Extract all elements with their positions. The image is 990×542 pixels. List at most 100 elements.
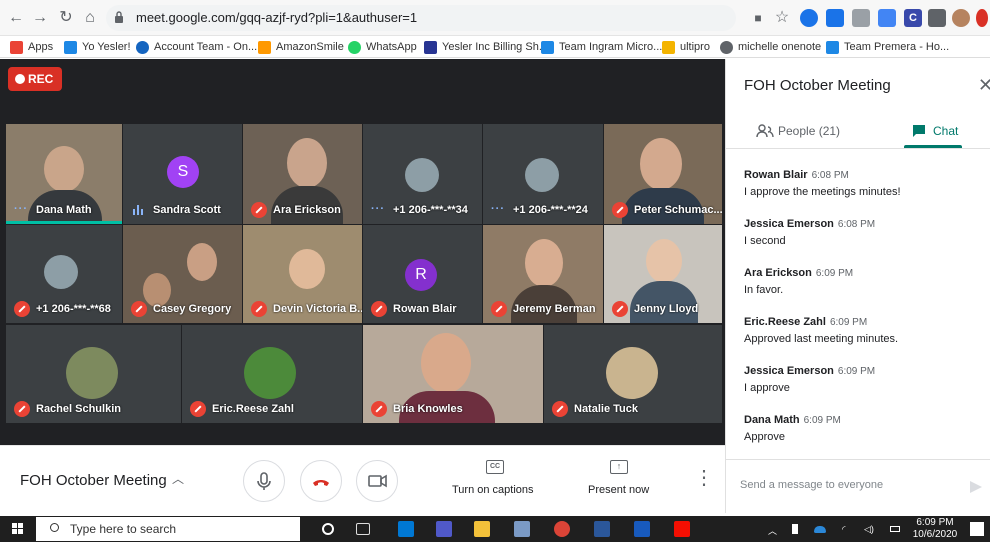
more-options-icon[interactable]: ⋮	[694, 468, 714, 488]
reload-icon[interactable]: ↻	[56, 8, 76, 28]
participant-tile[interactable]: R Rowan Blair	[363, 225, 482, 323]
file-explorer-icon[interactable]	[474, 521, 490, 537]
grid-extension-icon[interactable]	[826, 9, 844, 27]
participant-tile[interactable]: ··· +1 206-***-**24	[483, 124, 603, 224]
puzzle-extension-icon[interactable]	[852, 9, 870, 27]
teams-icon[interactable]	[436, 521, 452, 537]
close-icon[interactable]: ✕	[978, 75, 990, 96]
wifi-icon[interactable]: ◜	[842, 524, 846, 534]
acrobat-icon[interactable]	[674, 521, 690, 537]
bookmark-michelle-onenote[interactable]: michelle onenote	[720, 39, 821, 55]
mic-off-icon	[491, 301, 507, 317]
bookmark-amazonsmile[interactable]: AmazonSmile	[258, 39, 344, 55]
bookmark-team-ingram[interactable]: Team Ingram Micro...	[541, 39, 662, 55]
participant-name: +1 206-***-**24	[513, 204, 588, 216]
browser-toolbar: ← → ↻ ⌂ meet.google.com/gqq-azjf-ryd?pli…	[0, 0, 990, 36]
onedrive-icon[interactable]	[814, 526, 826, 533]
send-icon[interactable]	[970, 481, 982, 493]
notification-icon[interactable]	[970, 522, 984, 536]
participant-tile[interactable]: Bria Knowles	[363, 325, 543, 423]
paint-icon[interactable]	[514, 521, 530, 537]
mic-off-icon	[612, 301, 628, 317]
captions-button[interactable]: CC Turn on captions	[446, 460, 546, 504]
participant-name: Rachel Schulkin	[36, 403, 121, 415]
chat-message-input[interactable]: Send a message to everyone	[740, 479, 883, 491]
chat-message: Jessica Emerson 6:09 PM I approve	[744, 365, 984, 394]
pin-extension-icon[interactable]	[928, 9, 946, 27]
participant-face	[44, 146, 84, 192]
mic-off-icon	[371, 301, 387, 317]
windows-taskbar: Type here to search ︿ ◜ ◁) 6:09 PM 10/6/…	[0, 516, 990, 542]
chat-message: Dana Math 6:09 PM Approve	[744, 414, 984, 443]
message-sender: Rowan Blair	[744, 169, 808, 181]
chevron-up-icon[interactable]: ︿	[768, 524, 777, 536]
camera-indicator-icon[interactable]: ■	[748, 8, 768, 28]
microphone-icon	[257, 472, 271, 490]
participant-name: +1 206-***-**34	[393, 204, 468, 216]
participant-tile[interactable]: S Sandra Scott	[123, 124, 242, 224]
volume-icon[interactable]: ◁)	[864, 524, 874, 534]
participant-name: +1 206-***-**68	[36, 303, 111, 315]
word-icon[interactable]	[634, 521, 650, 537]
usb-icon[interactable]	[792, 524, 798, 534]
camera-button[interactable]	[356, 460, 398, 502]
microphone-button[interactable]	[243, 460, 285, 502]
hang-up-button[interactable]	[300, 460, 342, 502]
forward-icon[interactable]: →	[30, 8, 50, 28]
back-icon[interactable]: ←	[6, 8, 26, 28]
participant-face	[640, 138, 682, 190]
battery-icon[interactable]	[890, 526, 900, 532]
bookmark-yesler-billing[interactable]: Yesler Inc Billing Sh...	[424, 39, 548, 55]
bookmark-apps[interactable]: Apps	[10, 39, 53, 55]
tab-people[interactable]: People (21)	[756, 121, 840, 141]
present-now-button[interactable]: ↑ Present now	[584, 460, 664, 504]
windows-start-icon[interactable]	[12, 523, 24, 535]
bookmark-account-team[interactable]: Account Team - On...	[136, 39, 257, 55]
participant-tile[interactable]: Jenny Lloyd	[604, 225, 722, 323]
message-time: 6:09 PM	[837, 366, 876, 377]
record-extension-icon[interactable]	[976, 9, 988, 27]
chrome-icon[interactable]	[554, 521, 570, 537]
taskbar-search-input[interactable]: Type here to search	[36, 517, 300, 541]
cortana-icon[interactable]	[322, 523, 334, 535]
participant-face	[287, 138, 327, 188]
bookmark-yo-yesler[interactable]: Yo Yesler!	[64, 39, 131, 55]
ultipro-icon	[662, 41, 675, 54]
meeting-title[interactable]: FOH October Meeting	[20, 472, 167, 489]
message-sender: Ara Erickson	[744, 267, 812, 279]
extension-icon[interactable]	[800, 9, 818, 27]
profile-avatar[interactable]	[952, 9, 970, 27]
bookmark-ultipro[interactable]: ultipro	[662, 39, 710, 55]
participant-tile[interactable]: Casey Gregory	[123, 225, 242, 323]
participant-name: Ara Erickson	[273, 204, 341, 216]
participant-tile[interactable]: Ara Erickson	[243, 124, 362, 224]
participant-tile[interactable]: ··· +1 206-***-**34	[363, 124, 482, 224]
participant-tile[interactable]: ··· Dana Math	[6, 124, 122, 224]
clock-time: 6:09 PM	[916, 517, 954, 528]
taskbar-clock[interactable]: 6:09 PM 10/6/2020	[910, 517, 960, 541]
participant-face	[525, 239, 563, 287]
address-bar[interactable]: meet.google.com/gqq-azjf-ryd?pli=1&authu…	[106, 5, 736, 31]
participant-tile[interactable]: Natalie Tuck	[544, 325, 722, 423]
participant-tile[interactable]: +1 206-***-**68	[6, 225, 122, 323]
bookmark-team-premera[interactable]: Team Premera - Ho...	[826, 39, 949, 55]
task-view-icon[interactable]	[356, 523, 370, 535]
participant-tile[interactable]: Devin Victoria B...	[243, 225, 362, 323]
mic-off-icon	[371, 401, 387, 417]
participant-tile[interactable]: Rachel Schulkin	[6, 325, 181, 423]
calculator-icon[interactable]	[594, 521, 610, 537]
tab-chat[interactable]: Chat	[912, 121, 958, 141]
mic-off-icon	[612, 202, 628, 218]
home-icon[interactable]: ⌂	[80, 8, 100, 28]
bookmark-whatsapp[interactable]: WhatsApp	[348, 39, 417, 55]
outlook-icon[interactable]	[398, 521, 414, 537]
phone-icon	[525, 158, 559, 192]
calendar-extension-icon[interactable]	[878, 9, 896, 27]
chevron-up-icon[interactable]: ︿	[172, 470, 184, 487]
c-extension-icon[interactable]: C	[904, 9, 922, 27]
bookmark-star-icon[interactable]: ☆	[772, 8, 792, 28]
participant-tile[interactable]: Jeremy Berman	[483, 225, 603, 323]
participant-tile[interactable]: Peter Schumac...	[604, 124, 722, 224]
participant-tile[interactable]: Eric.Reese Zahl	[182, 325, 362, 423]
mic-off-icon	[131, 301, 147, 317]
